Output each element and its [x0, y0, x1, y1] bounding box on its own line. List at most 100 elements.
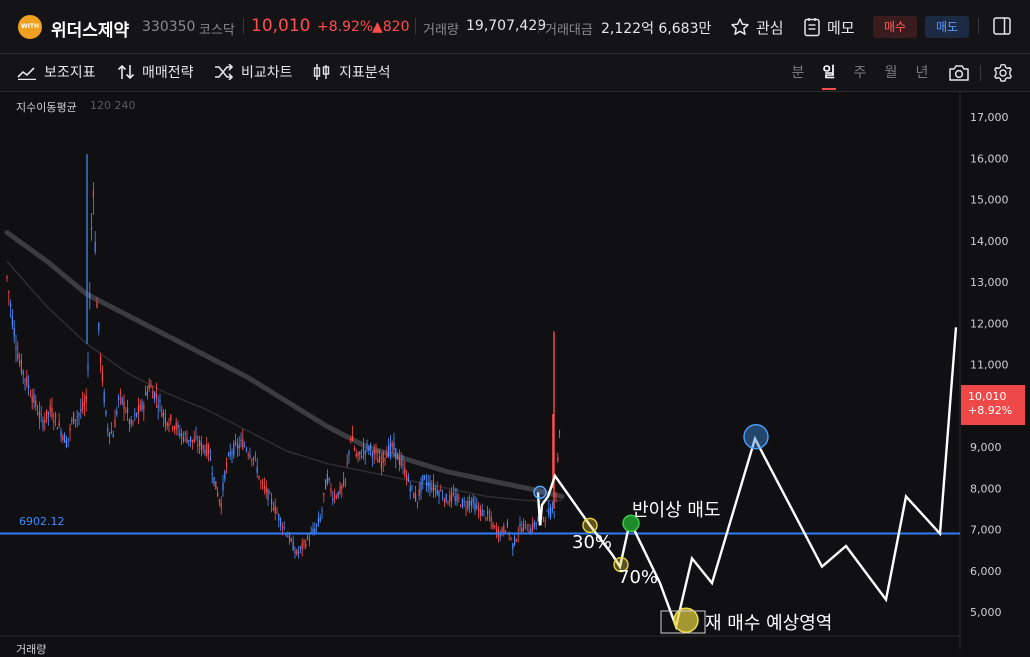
candle-body	[341, 485, 343, 489]
candle-body	[514, 537, 516, 545]
candle-body	[400, 459, 402, 466]
candle-body	[494, 525, 496, 528]
ma-indicator-label[interactable]: 지수이동평균	[16, 99, 77, 115]
candle-body	[181, 433, 183, 436]
volume-value: 19,707,429	[466, 18, 547, 34]
candle-body	[524, 520, 526, 523]
divider	[415, 18, 416, 34]
memo-button[interactable]: 메모	[803, 14, 855, 40]
candle-body	[173, 426, 175, 430]
candle-body	[276, 512, 278, 514]
candle-body	[82, 401, 84, 410]
candle-body	[209, 457, 211, 461]
candle-body	[8, 291, 10, 293]
period-minute[interactable]: 분	[789, 62, 807, 82]
candle-body	[546, 510, 548, 512]
analysis-button[interactable]: 지표분석	[312, 62, 391, 82]
candle-body	[215, 481, 217, 490]
candle-body	[65, 440, 67, 448]
candle-body	[105, 410, 107, 416]
candle-body	[89, 292, 91, 298]
stock-name[interactable]: 위더스제약	[51, 16, 129, 41]
candle-body	[233, 443, 235, 456]
price-chart[interactable]: 17,000 16,000 15,000 14,000 13,000 12,000 11,0…	[0, 92, 1030, 650]
buy-button[interactable]: 매수	[873, 16, 917, 38]
candle-body	[202, 445, 204, 450]
camera-icon[interactable]	[948, 63, 970, 83]
candle-body	[505, 530, 507, 533]
strategy-button[interactable]: 매매전략	[117, 62, 194, 82]
candle-body	[402, 463, 404, 465]
annotation-70pct: 70%	[618, 567, 659, 588]
candle-body	[101, 372, 103, 382]
candle-body	[551, 508, 553, 511]
period-day[interactable]: 일	[820, 62, 838, 82]
candle-body	[197, 444, 199, 447]
candle-body	[433, 482, 435, 491]
candle-body	[220, 502, 222, 509]
candle-body	[454, 496, 456, 502]
gear-icon[interactable]	[993, 63, 1013, 83]
period-week[interactable]: 주	[851, 62, 869, 82]
compare-label: 비교차트	[241, 65, 293, 81]
stock-code: 330350	[142, 19, 196, 35]
candle-body	[206, 443, 208, 457]
candle-body	[146, 391, 148, 396]
candle-body	[154, 392, 156, 400]
candle-body	[465, 507, 467, 509]
candle-body	[38, 411, 40, 419]
indicator-button[interactable]: 보조지표	[17, 62, 96, 82]
candle-body	[425, 482, 427, 486]
shuffle-icon	[215, 64, 234, 80]
amount-value: 2,122억 6,683만	[601, 21, 712, 37]
company-logo: WITH	[18, 15, 42, 39]
candle-body	[436, 489, 438, 494]
side-panel-icon[interactable]	[992, 16, 1012, 36]
candle-body	[33, 393, 35, 403]
candle-body	[319, 517, 321, 522]
candle-body	[175, 422, 177, 430]
candle-body	[334, 494, 336, 499]
period-month[interactable]: 월	[882, 62, 900, 82]
candle-body	[490, 517, 492, 522]
compare-button[interactable]: 비교차트	[214, 62, 293, 82]
candle-body	[533, 522, 535, 527]
candle-body	[100, 355, 102, 364]
candle-body	[254, 455, 256, 457]
candle-body	[307, 536, 309, 539]
candle-body	[195, 436, 197, 439]
candle-body	[314, 529, 316, 533]
candle-body	[429, 482, 431, 490]
candle-body	[242, 439, 244, 450]
candle-body	[224, 470, 226, 480]
candle-body	[316, 524, 318, 526]
candle-body	[337, 491, 339, 497]
candle-body	[323, 493, 325, 496]
candle-body	[136, 413, 138, 417]
divider	[980, 65, 981, 81]
candle-body	[98, 322, 100, 331]
watch-button[interactable]: 관심	[730, 14, 784, 40]
candle-body	[373, 450, 375, 455]
sell-button[interactable]: 매도	[925, 16, 969, 38]
candle-body	[172, 426, 174, 428]
candle-body	[31, 396, 33, 403]
candle-body	[143, 405, 145, 410]
candle-body	[238, 444, 240, 449]
candle-body	[121, 397, 123, 404]
candle-body	[438, 491, 440, 497]
period-year[interactable]: 년	[913, 62, 931, 82]
candle-body	[519, 523, 521, 527]
candle-body	[326, 473, 328, 483]
candle-body	[208, 445, 210, 455]
candle-body	[125, 410, 127, 412]
candle-body	[128, 419, 130, 424]
candle-body	[532, 522, 534, 531]
candle-body	[488, 516, 490, 518]
candle-body	[118, 396, 120, 401]
candle-body	[222, 483, 224, 491]
candle-body	[188, 440, 190, 442]
candle-body	[379, 456, 381, 463]
y-tick-label: 14,000	[970, 235, 1009, 248]
candle-body	[148, 385, 150, 390]
